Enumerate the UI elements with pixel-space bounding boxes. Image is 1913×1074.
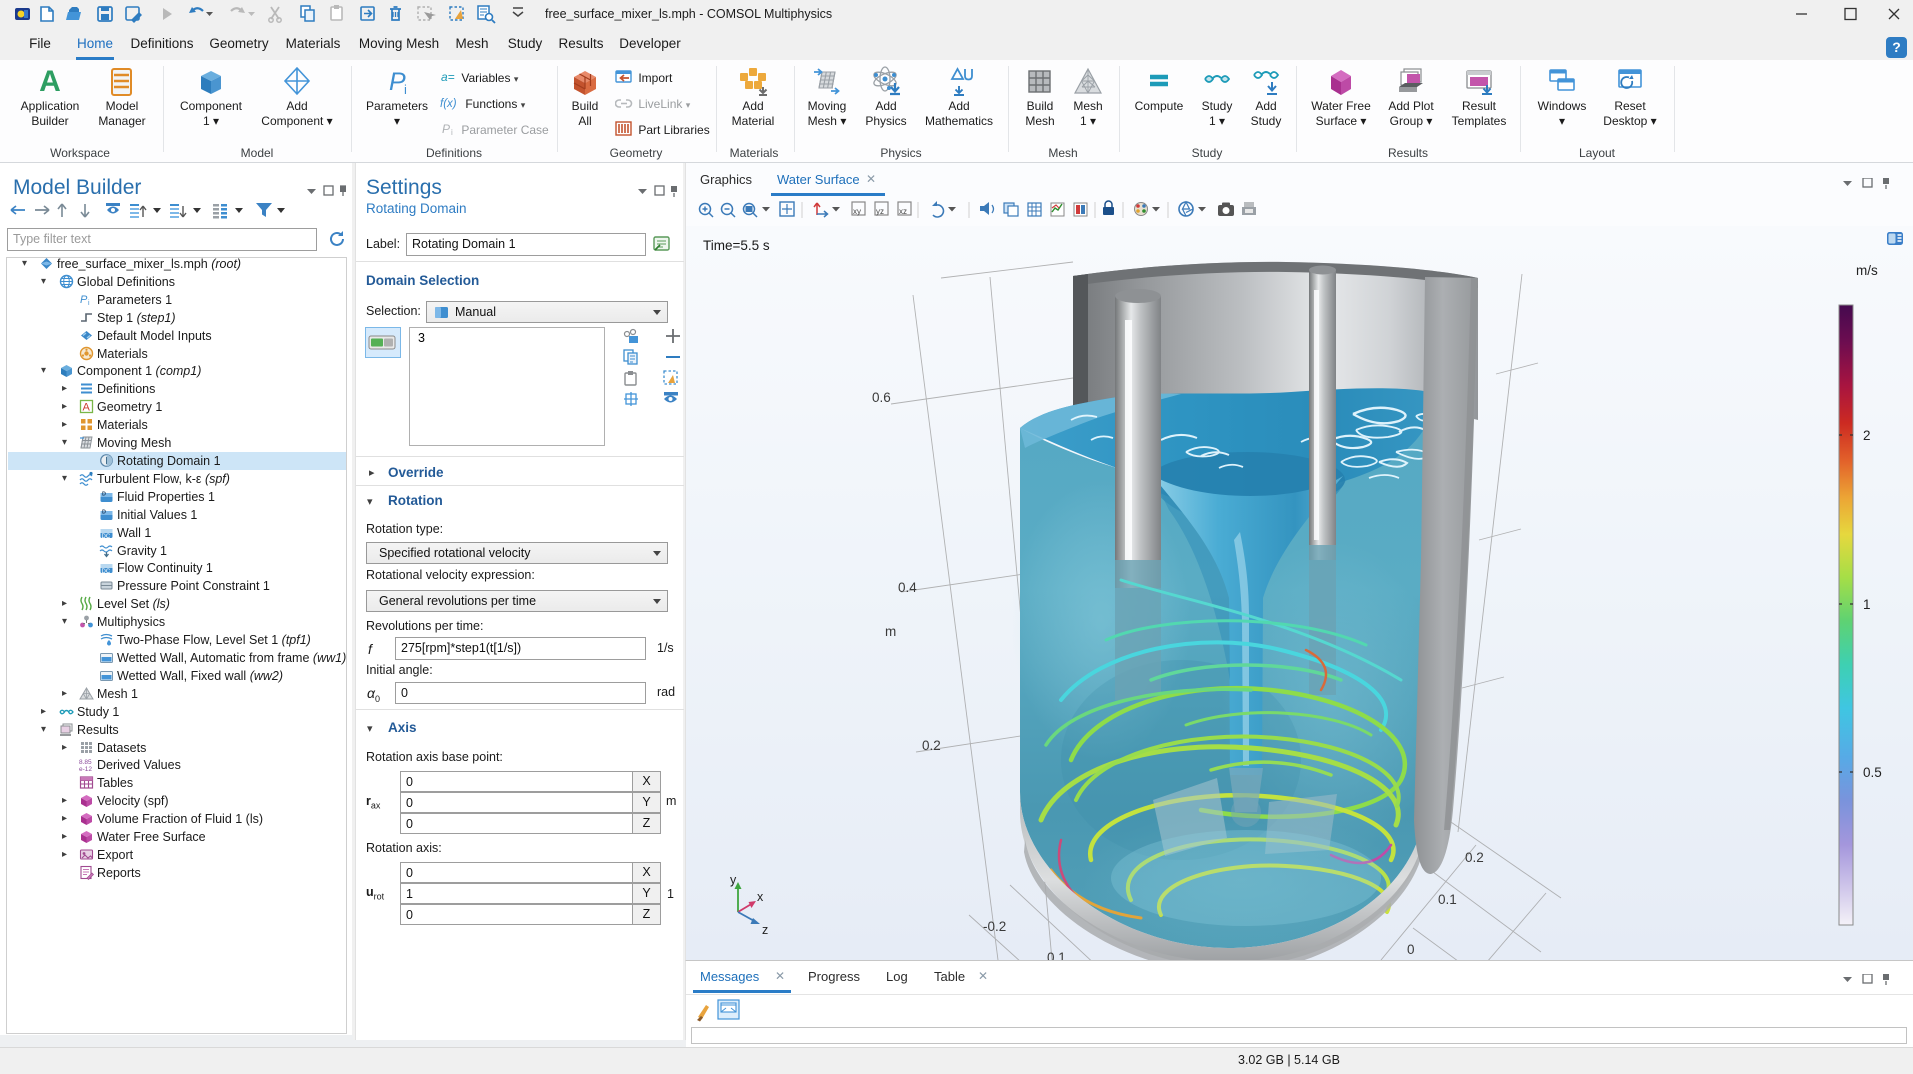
svg-text:DC: DC bbox=[102, 534, 111, 540]
svg-text:P: P bbox=[442, 122, 450, 136]
svg-text:2: 2 bbox=[1863, 428, 1871, 443]
svg-text:0: 0 bbox=[1407, 942, 1415, 957]
svg-text:m: m bbox=[885, 624, 896, 639]
svg-text:-0.2: -0.2 bbox=[983, 919, 1006, 934]
svg-text:0.1: 0.1 bbox=[1438, 892, 1457, 907]
svg-text:i: i bbox=[404, 82, 407, 97]
svg-text:P: P bbox=[80, 294, 88, 306]
svg-text:1: 1 bbox=[1863, 597, 1871, 612]
svg-text:0.5: 0.5 bbox=[1863, 765, 1882, 780]
svg-text:A: A bbox=[83, 402, 91, 414]
svg-text:D: D bbox=[102, 492, 106, 498]
svg-text:a=: a= bbox=[441, 70, 455, 84]
svg-text:8.85: 8.85 bbox=[79, 759, 92, 766]
svg-text:DC: DC bbox=[102, 569, 111, 575]
svg-text:m/s: m/s bbox=[1856, 263, 1878, 278]
svg-text:0.4: 0.4 bbox=[898, 580, 917, 595]
svg-text:A: A bbox=[39, 65, 61, 98]
svg-text:e-12: e-12 bbox=[79, 766, 92, 772]
svg-text:i: i bbox=[88, 300, 90, 307]
svg-text:i: i bbox=[451, 128, 453, 137]
svg-text:D: D bbox=[102, 510, 106, 516]
svg-text:f(x): f(x) bbox=[440, 98, 457, 110]
svg-text:0.2: 0.2 bbox=[922, 738, 941, 753]
svg-text:0.6: 0.6 bbox=[872, 390, 891, 405]
svg-text:y: y bbox=[730, 873, 737, 887]
svg-text:x: x bbox=[757, 890, 764, 904]
svg-text:xy: xy bbox=[853, 207, 861, 216]
svg-text:z: z bbox=[762, 923, 768, 937]
svg-text:yz: yz bbox=[876, 207, 884, 216]
svg-text:0.1: 0.1 bbox=[1047, 950, 1066, 960]
svg-text:xz: xz bbox=[899, 207, 907, 216]
svg-text:0.2: 0.2 bbox=[1465, 850, 1484, 865]
